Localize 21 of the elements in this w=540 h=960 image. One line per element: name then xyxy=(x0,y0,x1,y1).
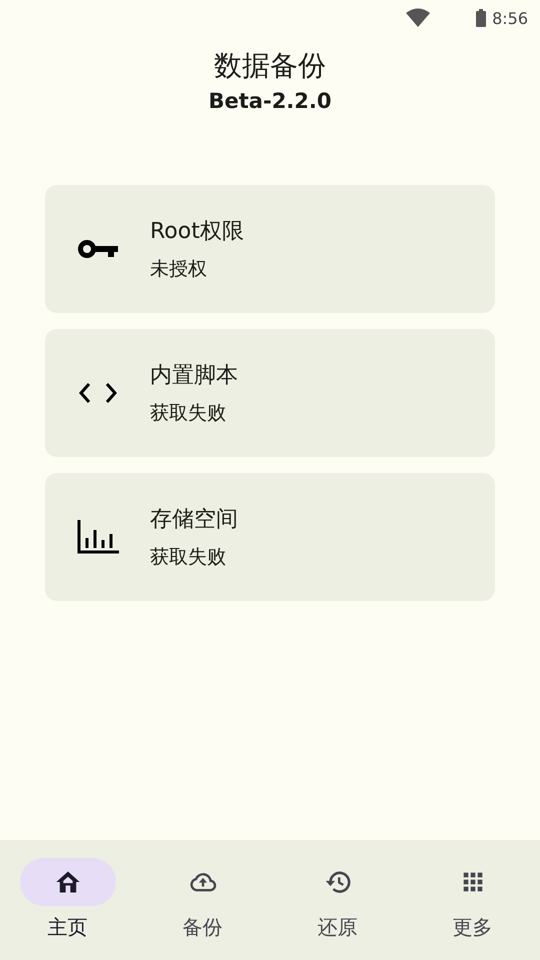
key-icon xyxy=(78,239,118,259)
card-status: 未授权 xyxy=(150,257,208,282)
code-icon xyxy=(78,382,116,404)
nav-tab[interactable]: 主页 xyxy=(0,840,135,960)
app-title: 数据备份 xyxy=(214,48,326,84)
version-label: Beta-2.2.0 xyxy=(208,88,332,115)
nav-tab[interactable]: 更多 xyxy=(405,840,540,960)
card-title: 存储空间 xyxy=(150,506,238,534)
clock-time: 8:56 xyxy=(492,8,528,28)
status-card[interactable]: 存储空间 获取失败 xyxy=(45,473,495,601)
status-card[interactable]: Root权限 未授权 xyxy=(45,185,495,313)
card-status: 获取失败 xyxy=(150,401,227,426)
nav-tab[interactable]: 还原 xyxy=(270,840,405,960)
nav-tab[interactable]: 备份 xyxy=(135,840,270,960)
bar-chart-icon xyxy=(76,520,118,554)
battery-icon xyxy=(476,9,486,27)
status-card[interactable]: 内置脚本 获取失败 xyxy=(45,329,495,457)
card-title: 内置脚本 xyxy=(150,362,238,390)
card-status: 获取失败 xyxy=(150,545,227,570)
card-title: Root权限 xyxy=(150,218,244,246)
wifi-icon xyxy=(406,8,430,28)
